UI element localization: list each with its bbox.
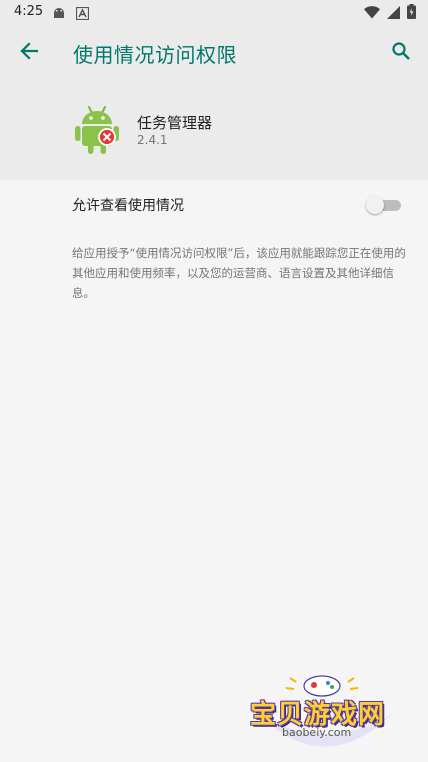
back-button[interactable] bbox=[14, 38, 44, 68]
permit-usage-access-toggle[interactable] bbox=[366, 195, 402, 215]
wifi-icon bbox=[364, 4, 380, 23]
status-right-icons bbox=[364, 4, 416, 23]
search-button[interactable] bbox=[386, 38, 416, 68]
android-robot-with-red-x-icon bbox=[72, 102, 122, 156]
toggle-thumb bbox=[366, 196, 384, 214]
app-header: 任务管理器 2.4.1 bbox=[0, 82, 428, 180]
app-name: 任务管理器 bbox=[137, 114, 213, 132]
cell-signal-icon bbox=[387, 4, 400, 23]
status-left-icons bbox=[52, 5, 90, 24]
watermark-url: baobeiy.com bbox=[282, 726, 352, 739]
search-icon bbox=[391, 41, 411, 65]
app-notification-icon bbox=[75, 5, 90, 24]
permission-description: 给应用授予“使用情况访问权限”后，该应用就能跟踪您正在使用的其他应用和使用频率，… bbox=[72, 246, 406, 300]
page-title: 使用情况访问权限 bbox=[73, 43, 237, 67]
status-bar: 4:25 bbox=[0, 0, 428, 24]
setting-label: 允许查看使用情况 bbox=[72, 198, 184, 214]
battery-icon bbox=[407, 4, 416, 23]
app-bar: 使用情况访问权限 bbox=[0, 24, 428, 82]
status-time: 4:25 bbox=[14, 4, 44, 19]
permit-usage-access-row[interactable]: 允许查看使用情况 bbox=[0, 180, 428, 228]
app-version: 2.4.1 bbox=[137, 133, 168, 147]
android-icon bbox=[52, 5, 66, 24]
arrow-back-icon bbox=[19, 41, 39, 65]
